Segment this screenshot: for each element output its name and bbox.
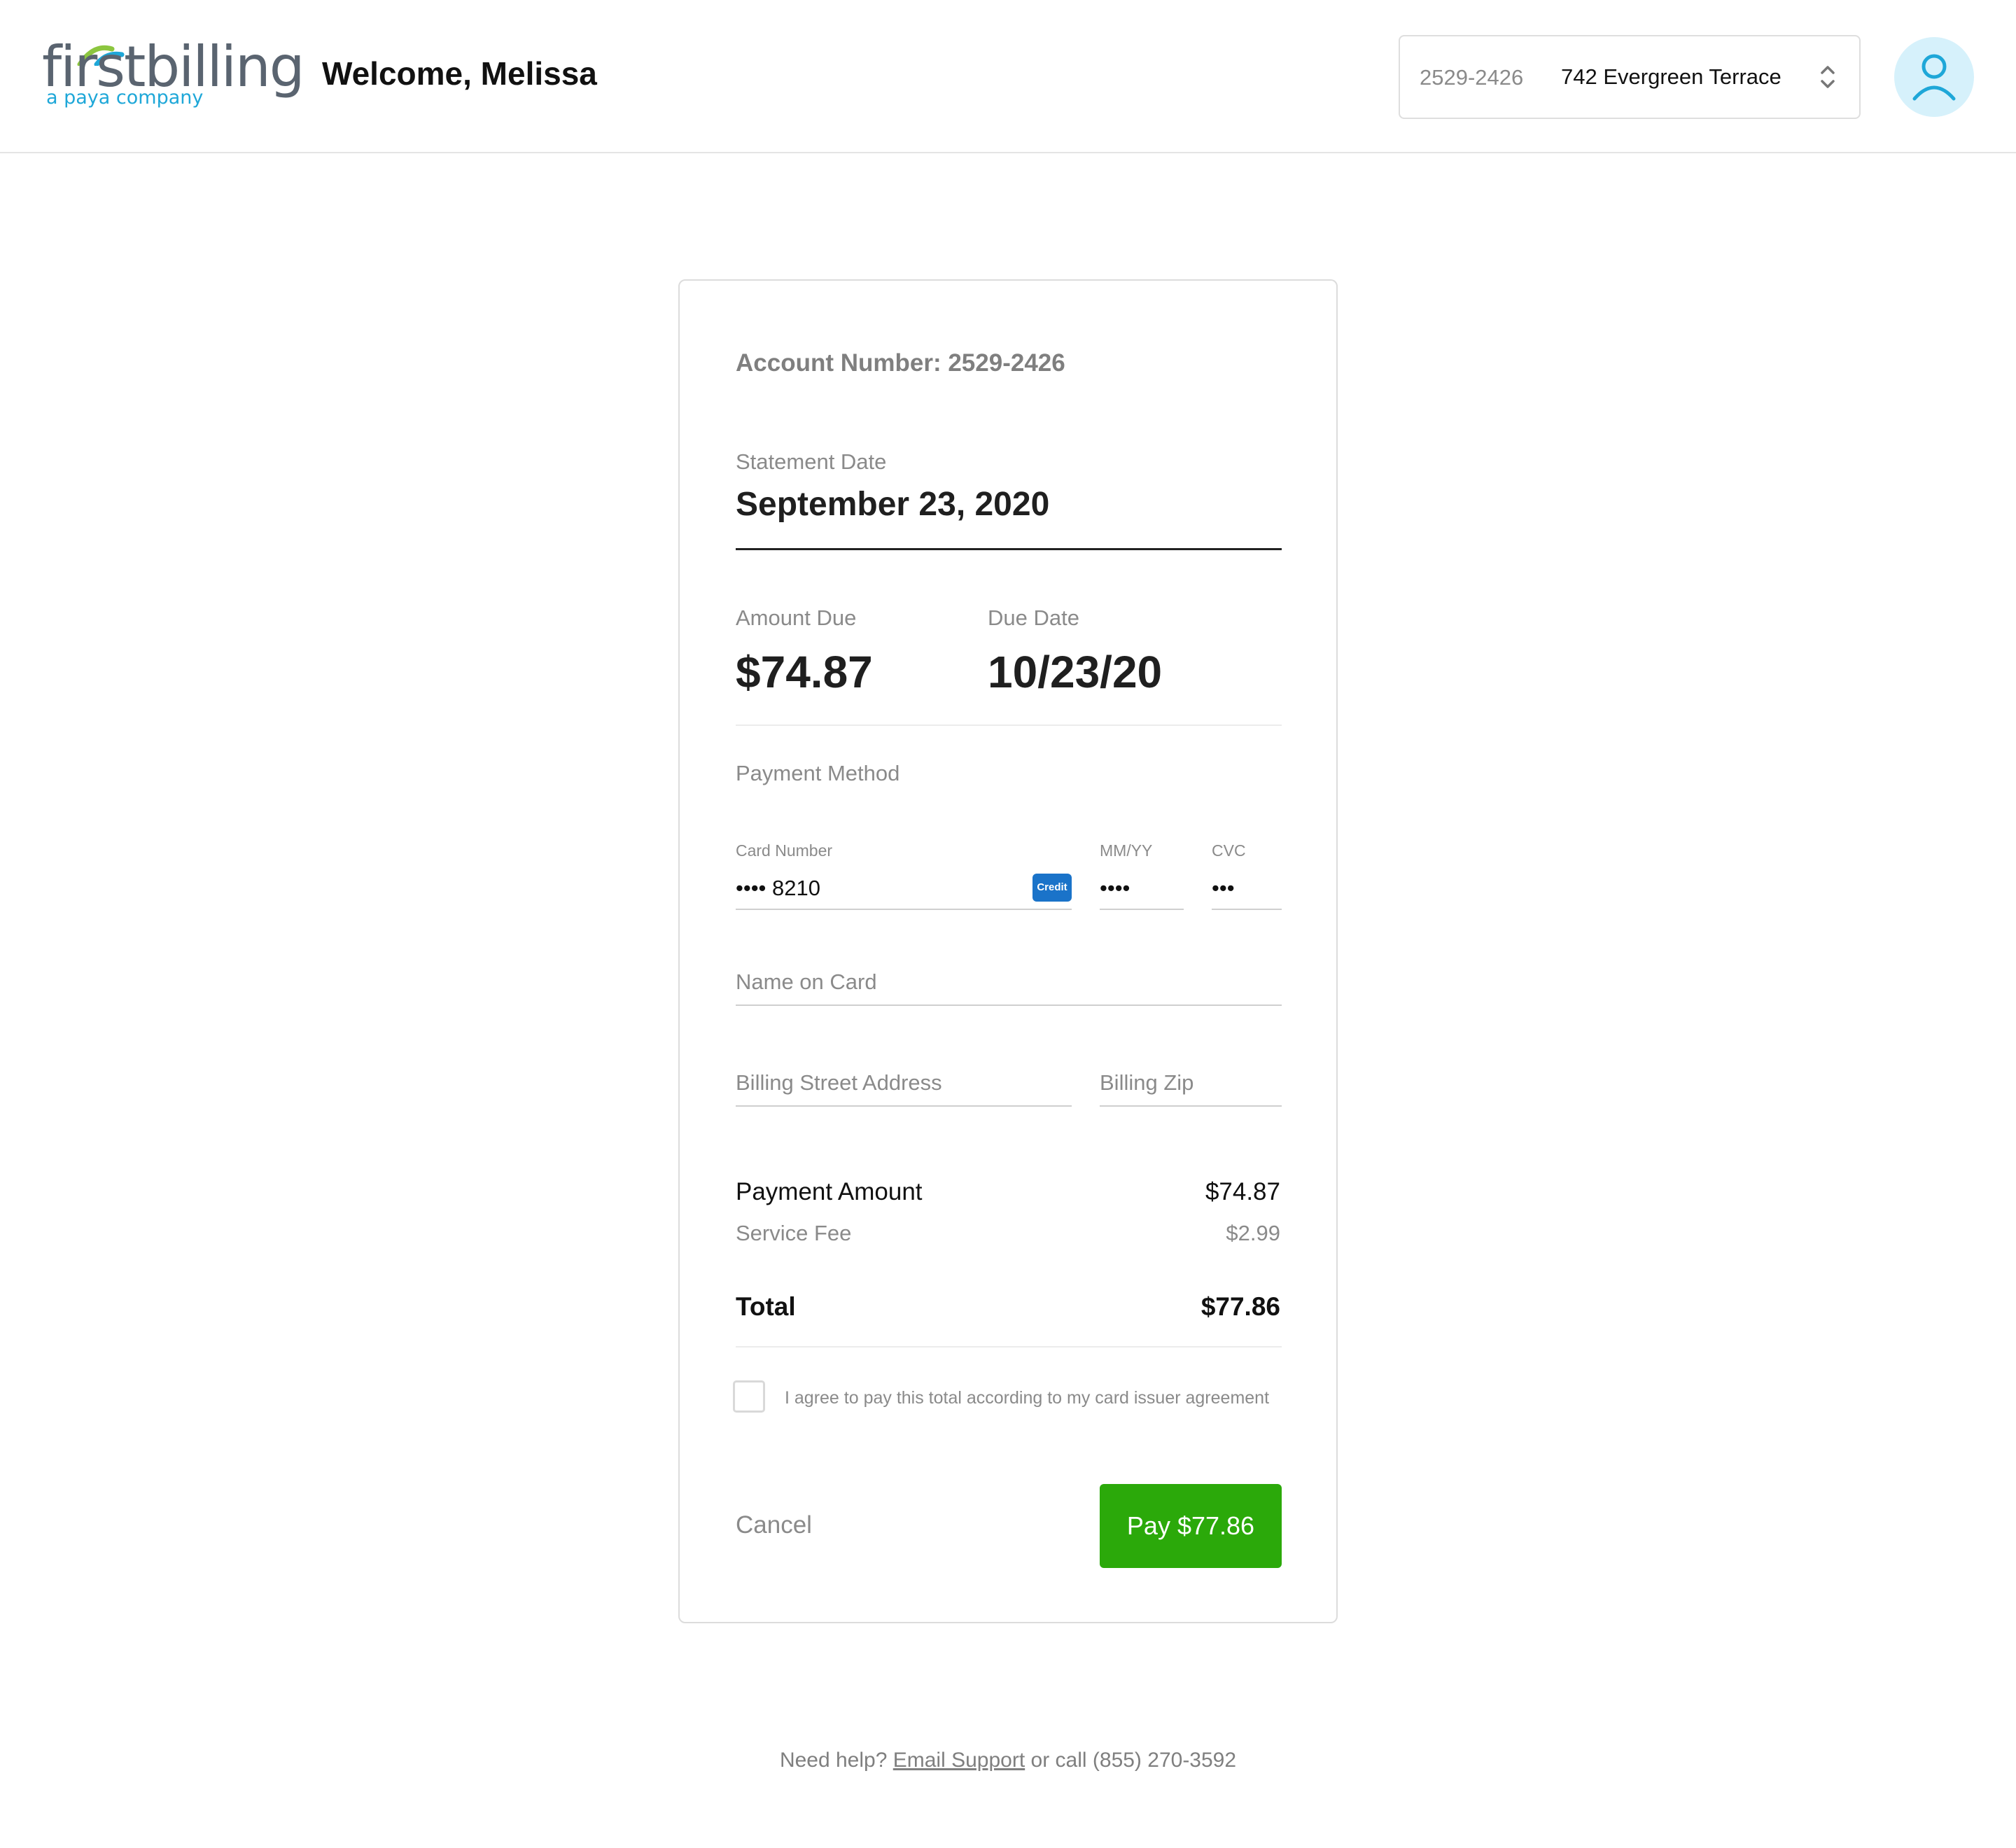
firstbilling-logo[interactable]: firstbilling a paya company — [42, 39, 304, 116]
logo-tagline: a paya company — [46, 87, 204, 108]
top-header: firstbilling a paya company Welcome, Mel… — [0, 0, 2016, 153]
help-footer: Need help? Email Support or call (855) 2… — [0, 1750, 2016, 1771]
payment-method-label: Payment Method — [736, 761, 900, 785]
service-fee-value: $2.99 — [1226, 1221, 1280, 1245]
billing-zip-input[interactable]: Billing Zip — [1100, 1060, 1282, 1107]
total-label: Total — [736, 1292, 796, 1321]
selected-account-address: 742 Evergreen Terrace — [1561, 64, 1782, 89]
due-date-value: 10/23/20 — [988, 647, 1163, 697]
amount-due-value: $74.87 — [736, 647, 873, 697]
payment-card: Account Number: 2529-2426 Statement Date… — [678, 279, 1338, 1623]
billing-street-input[interactable]: Billing Street Address — [736, 1060, 1072, 1107]
payment-amount-label: Payment Amount — [736, 1178, 923, 1205]
amount-divider — [736, 724, 1282, 726]
welcome-heading: Welcome, Melissa — [322, 55, 597, 92]
service-fee-label: Service Fee — [736, 1221, 852, 1245]
help-prefix: Need help? — [779, 1749, 888, 1772]
help-suffix: or call (855) 270-3592 — [1030, 1749, 1237, 1772]
account-selector[interactable]: 2529-2426 742 Evergreen Terrace — [1399, 35, 1861, 119]
billing-street-placeholder: Billing Street Address — [736, 1070, 942, 1095]
cvc-label: CVC — [1212, 841, 1246, 860]
card-number-field[interactable]: Card Number •••• 8210 Credit — [736, 841, 1072, 910]
account-number-heading: Account Number: 2529-2426 — [736, 349, 1065, 377]
total-divider — [736, 1346, 1282, 1348]
agree-text: I agree to pay this total according to m… — [785, 1388, 1270, 1408]
statement-divider — [736, 548, 1282, 550]
cvc-value: ••• — [1212, 876, 1235, 900]
cvc-field[interactable]: CVC ••• — [1212, 841, 1282, 910]
user-avatar[interactable] — [1894, 37, 1974, 117]
statement-date-value: September 23, 2020 — [736, 486, 1050, 523]
name-on-card-input[interactable]: Name on Card — [736, 960, 1282, 1006]
total-value: $77.86 — [1200, 1292, 1280, 1321]
cancel-button[interactable]: Cancel — [736, 1513, 812, 1537]
amount-due-label: Amount Due — [736, 606, 857, 630]
expiry-value: •••• — [1100, 876, 1130, 900]
name-on-card-placeholder: Name on Card — [736, 969, 877, 994]
chevron-up-down-icon — [1821, 66, 1835, 88]
card-number-label: Card Number — [736, 841, 833, 860]
expiry-label: MM/YY — [1100, 841, 1153, 860]
statement-date-label: Statement Date — [736, 449, 887, 474]
billing-zip-placeholder: Billing Zip — [1100, 1070, 1194, 1095]
card-number-value: •••• 8210 — [736, 876, 820, 900]
pay-button[interactable]: Pay $77.86 — [1100, 1484, 1282, 1568]
payment-amount-value: $74.87 — [1205, 1178, 1280, 1205]
agree-checkbox[interactable] — [733, 1380, 765, 1413]
email-support-link[interactable]: Email Support — [893, 1749, 1025, 1772]
selected-account-number: 2529-2426 — [1420, 65, 1524, 90]
expiry-field[interactable]: MM/YY •••• — [1100, 841, 1184, 910]
user-icon — [1912, 54, 1956, 101]
due-date-label: Due Date — [988, 606, 1079, 630]
credit-card-badge: Credit — [1032, 874, 1072, 902]
